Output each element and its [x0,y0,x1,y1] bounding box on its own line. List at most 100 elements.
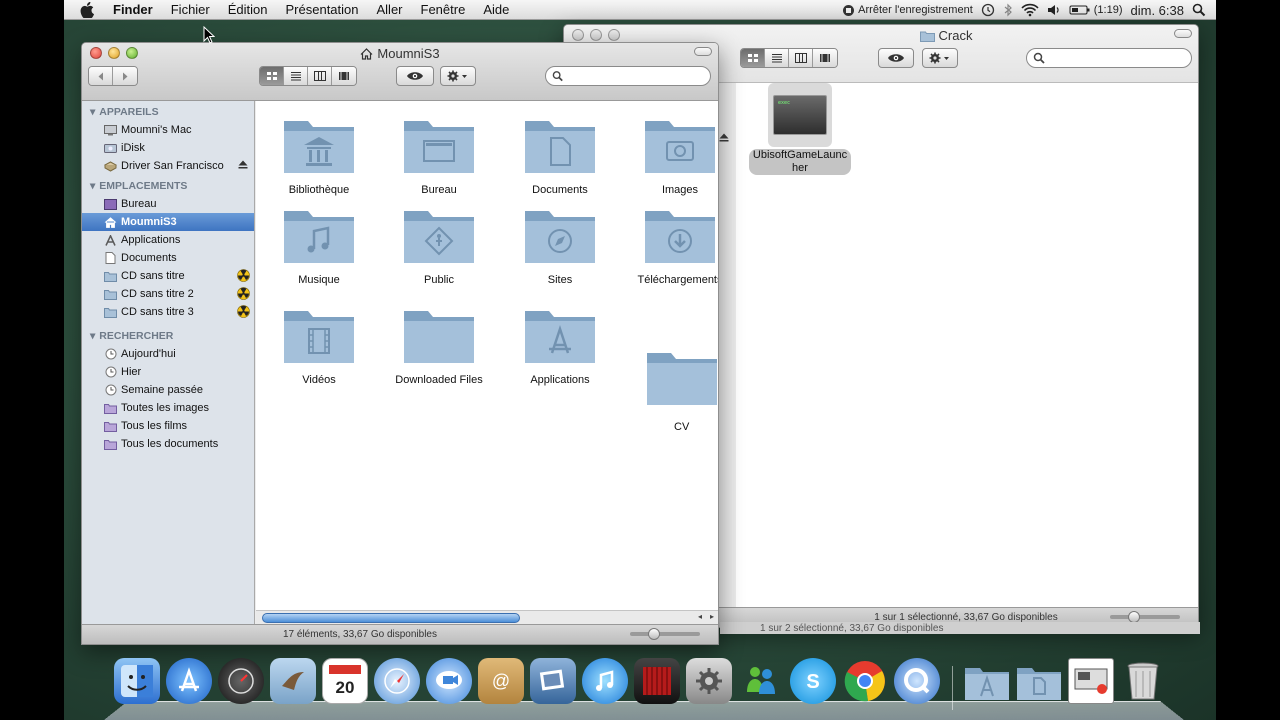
coverflow-view-button[interactable] [813,49,837,67]
wifi-icon[interactable] [1021,3,1039,17]
sidebar-item-documents[interactable]: Documents [82,249,254,267]
icon-view-button[interactable] [741,49,765,67]
battery-status[interactable]: (1:19) [1069,4,1123,16]
bluetooth-icon[interactable] [1003,3,1013,17]
eject-icon[interactable] [719,131,729,145]
icon-size-slider[interactable] [630,628,700,640]
crack-content[interactable]: exec UbisoftGameLaunc her [736,83,1198,607]
view-mode-selector[interactable] [740,48,838,68]
sidebar-item-applications[interactable]: Applications [82,231,254,249]
scrollbar-thumb[interactable] [262,613,520,623]
downloads-stack-icon[interactable] [1068,658,1114,704]
forward-button[interactable] [113,67,137,85]
toolbar-toggle-button[interactable] [1174,29,1192,38]
action-menu-button[interactable] [440,66,476,86]
scroll-right-arrow-icon[interactable]: ▸ [710,612,714,621]
sidebar-item-cd2[interactable]: CD sans titre 2 [82,285,254,303]
documents-stack-icon[interactable] [1016,658,1062,704]
quicktime-icon[interactable] [894,658,940,704]
ichat-icon[interactable] [426,658,472,704]
sidebar-item-all-images[interactable]: Toutes les images [82,399,254,417]
list-view-button[interactable] [284,67,308,85]
system-preferences-icon[interactable] [686,658,732,704]
minimize-button[interactable] [590,29,602,41]
toolbar-toggle-button[interactable] [694,47,712,56]
sidebar-item-last-week[interactable]: Semaine passée [82,381,254,399]
icon-size-slider[interactable] [1110,611,1180,623]
messenger-icon[interactable] [738,658,784,704]
sidebar-item-all-movies[interactable]: Tous les films [82,417,254,435]
menu-finder[interactable]: Finder [113,2,153,17]
column-view-button[interactable] [308,67,332,85]
sidebar-item-idisk[interactable]: iDisk [82,139,254,157]
action-menu-button[interactable] [922,48,958,68]
calendar-icon[interactable]: 20 [322,658,368,704]
icon-view-button[interactable] [260,67,284,85]
burn-icon[interactable] [237,269,250,285]
chrome-icon[interactable] [842,658,888,704]
folder-bibliotheque[interactable]: Bibliothèque [259,111,379,196]
address-book-icon[interactable]: @ [478,658,524,704]
menu-presentation[interactable]: Présentation [286,2,359,17]
menu-aller[interactable]: Aller [377,2,403,17]
scroll-left-arrow-icon[interactable]: ◂ [698,612,702,621]
moumnis3-window[interactable]: MoumniS3 ▾ APPAREILS Moumni's Mac iDisk … [81,42,719,645]
sidebar-item-today[interactable]: Aujourd'hui [82,345,254,363]
sidebar-item-cd1[interactable]: CD sans titre [82,267,254,285]
mail-icon[interactable] [270,658,316,704]
menubar-clock[interactable]: dim. 6:38 [1131,3,1184,18]
folder-musique[interactable]: Musique [259,201,379,286]
ubisoft-launcher-file[interactable]: exec UbisoftGameLaunc her [744,83,856,175]
horizontal-scrollbar[interactable]: ◂ ▸ [256,610,718,624]
back-forward-buttons[interactable] [88,66,138,86]
sidebar-item-moumnis3[interactable]: MoumniS3 [82,213,254,231]
burn-icon[interactable] [237,287,250,303]
skype-icon[interactable]: S [790,658,836,704]
dashboard-icon[interactable] [218,658,264,704]
folder-videos[interactable]: Vidéos [259,301,379,386]
sidebar-item-all-documents[interactable]: Tous les documents [82,435,254,453]
menu-fenetre[interactable]: Fenêtre [421,2,466,17]
back-button[interactable] [89,67,113,85]
moumnis3-titlebar[interactable]: MoumniS3 [82,43,718,101]
sidebar-section-places[interactable]: ▾ EMPLACEMENTS [82,177,254,195]
iphoto-icon[interactable] [530,658,576,704]
sidebar-section-search[interactable]: ▾ RECHERCHER [82,327,254,345]
itunes-icon[interactable] [582,658,628,704]
photo-booth-icon[interactable] [634,658,680,704]
quick-look-button[interactable] [878,48,914,68]
folder-public[interactable]: Public [379,201,499,286]
folder-downloaded-files[interactable]: Downloaded Files [379,301,499,386]
folder-content-area[interactable]: Bibliothèque Bureau Documents Images Mus… [256,101,718,624]
app-store-icon[interactable] [166,658,212,704]
search-field[interactable] [545,66,711,86]
apple-menu-icon[interactable] [80,1,98,18]
folder-cv[interactable]: CV [645,343,717,433]
quick-look-button[interactable] [396,66,434,86]
applications-stack-icon[interactable] [964,658,1010,704]
zoom-button[interactable] [608,29,620,41]
column-view-button[interactable] [789,49,813,67]
menu-aide[interactable]: Aide [483,2,509,17]
view-mode-selector[interactable] [259,66,357,86]
sidebar-item-yesterday[interactable]: Hier [82,363,254,381]
menu-fichier[interactable]: Fichier [171,2,210,17]
folder-applications[interactable]: Applications [500,301,620,386]
sidebar-section-devices[interactable]: ▾ APPAREILS [82,103,254,121]
burn-icon[interactable] [237,305,250,321]
sidebar-item-driver-sf[interactable]: Driver San Francisco [82,157,254,175]
coverflow-view-button[interactable] [332,67,356,85]
recording-status[interactable]: Arrêter l'enregistrement [843,4,973,16]
trash-icon[interactable] [1120,658,1166,704]
search-input[interactable] [563,70,710,82]
folder-images[interactable]: Images [620,111,718,196]
time-machine-icon[interactable] [981,3,995,17]
finder-icon[interactable] [114,658,160,704]
close-button[interactable] [572,29,584,41]
sidebar-item-bureau[interactable]: Bureau [82,195,254,213]
safari-icon[interactable] [374,658,420,704]
menu-edition[interactable]: Édition [228,2,268,17]
folder-sites[interactable]: Sites [500,201,620,286]
eject-icon[interactable] [238,160,248,172]
sidebar-item-cd3[interactable]: CD sans titre 3 [82,303,254,321]
